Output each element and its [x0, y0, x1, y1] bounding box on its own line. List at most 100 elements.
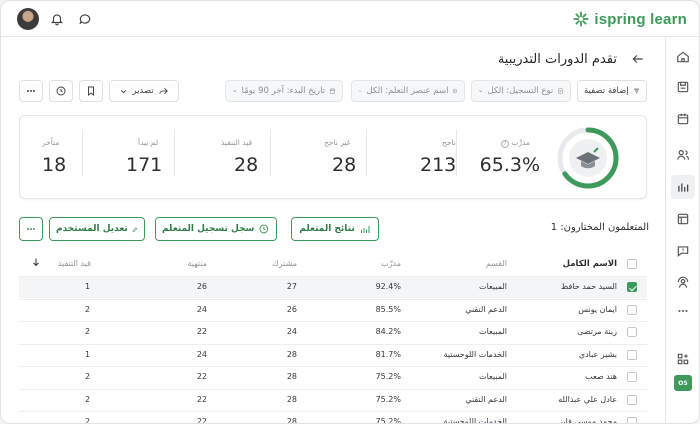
table-row[interactable]: السيد حمد حافظ المبيعات 92.4% 27 26 1 — [19, 276, 647, 298]
add-filter-button[interactable]: إضافة تصفية — [577, 80, 647, 102]
back-arrow-icon[interactable] — [631, 52, 647, 68]
row-checkbox[interactable] — [627, 417, 637, 423]
chat-icon[interactable] — [75, 9, 95, 29]
select-all-checkbox[interactable] — [627, 259, 637, 269]
cell-enrolled: 28 — [286, 417, 297, 424]
cell-enrolled: 28 — [286, 349, 297, 359]
learning-item-filter[interactable]: اسم عنصر التعلم: الكل — [351, 80, 465, 102]
cell-completed: 26 — [196, 282, 207, 291]
add-filter-label: إضافة تصفية — [584, 86, 629, 96]
row-checkbox[interactable] — [627, 349, 637, 360]
cell-name: محمد موسى فايز — [558, 417, 617, 424]
not-started-label: لم يبدأ — [138, 138, 159, 147]
cell-enrolled: 28 — [286, 394, 297, 404]
filter-icon — [633, 88, 639, 94]
window-icon[interactable] — [671, 207, 695, 231]
cell-in-progress: 1 — [85, 282, 91, 291]
list-icon — [453, 88, 458, 94]
export-button[interactable]: تصدير — [109, 80, 179, 102]
cell-in-progress: 2 — [85, 327, 91, 336]
more-actions-button[interactable] — [19, 217, 43, 241]
cell-name: هند صعب — [585, 372, 617, 381]
avatar[interactable] — [17, 8, 39, 30]
col-in-progress[interactable]: قيد التنفيذ — [58, 259, 91, 268]
edit-user-label: تعديل المستخدم — [56, 224, 128, 234]
cell-department: المبيعات — [479, 282, 507, 291]
col-department[interactable]: القسم — [486, 259, 507, 268]
row-checkbox[interactable] — [627, 372, 637, 382]
table-row[interactable]: زينة مرتضى المبيعات 84.2% 24 22 2 — [19, 321, 647, 343]
support-icon[interactable] — [671, 271, 695, 295]
info-icon[interactable]: ? — [500, 140, 509, 148]
cell-completed: 24 — [196, 349, 207, 359]
edit-user-button[interactable]: تعديل المستخدم — [49, 217, 145, 241]
cell-completed: 22 — [196, 417, 207, 424]
calendar-icon — [329, 88, 336, 94]
enrollment-log-button[interactable]: سجل تسجيل المتعلم — [155, 217, 277, 241]
cell-trained: 75.2% — [375, 417, 401, 424]
reports-icon[interactable] — [671, 175, 695, 199]
message-icon[interactable] — [671, 239, 695, 263]
bell-icon[interactable] — [47, 9, 67, 29]
in-progress-label: قيد التنفيذ — [221, 138, 253, 147]
save-icon[interactable] — [671, 75, 695, 99]
trained-donut — [557, 127, 619, 189]
apps-icon[interactable] — [671, 347, 695, 371]
table-row[interactable]: عادل علي عبدالله الدعم التقني 75.2% 28 22 2 — [19, 388, 647, 411]
start-date-filter[interactable]: تاريخ البدء: آخر 90 يومًا — [225, 80, 343, 102]
bookmark-icon — [88, 86, 94, 97]
os-badge[interactable]: OS — [674, 375, 692, 391]
row-checkbox[interactable] — [627, 282, 637, 292]
row-checkbox[interactable] — [627, 304, 637, 315]
overdue-label: متأخر — [42, 138, 60, 147]
cell-enrolled: 28 — [286, 372, 297, 381]
table-row[interactable]: محمد موسى فايز الخدمات اللوجستية 75.2% 28 22… — [19, 411, 647, 424]
chevron-down-icon — [121, 89, 127, 93]
trained-value: 65.3% — [479, 154, 540, 176]
overdue-value: 18 — [42, 154, 67, 176]
cell-completed: 22 — [196, 394, 207, 404]
table-row[interactable]: ايمان يونس الدعم التقني 85.5% 26 24 2 — [19, 298, 647, 321]
enrollment-type-filter[interactable]: نوع التسجيل: الكل — [471, 80, 571, 102]
cell-trained: 75.2% — [375, 372, 401, 381]
selected-learners-count: المتعلمون المختارون: 1 — [550, 222, 649, 233]
cell-department: المبيعات — [479, 327, 507, 336]
table-row[interactable]: هند صعب المبيعات 75.2% 28 22 2 — [19, 366, 647, 388]
cell-enrolled: 27 — [286, 282, 297, 291]
calendar-icon[interactable] — [671, 107, 695, 131]
col-name[interactable]: الاسم الكامل — [563, 259, 617, 269]
cell-in-progress: 2 — [85, 417, 91, 424]
logo-text: ispring learn — [594, 10, 687, 28]
app-window: ispring learn OS تقدم الدورات التدريبية … — [0, 0, 700, 424]
sort-down-icon[interactable] — [31, 257, 41, 269]
row-checkbox[interactable] — [627, 394, 637, 405]
summary-panel: مدرَّب ? 65.3% ناجح 213 غير ناجح 28 قيد … — [19, 115, 647, 199]
more-icon[interactable] — [671, 299, 695, 323]
history-button[interactable] — [49, 80, 73, 102]
cell-in-progress: 2 — [85, 304, 91, 314]
more-options-button[interactable] — [19, 80, 43, 102]
col-completed[interactable]: منتهية — [187, 259, 207, 268]
in-progress-value: 28 — [234, 154, 259, 176]
brand-logo[interactable]: ispring learn — [573, 10, 687, 28]
col-trained[interactable]: مدرَّب — [381, 259, 401, 268]
users-icon[interactable] — [671, 143, 695, 167]
col-enrolled[interactable]: مشترك — [272, 259, 297, 268]
learner-results-button[interactable]: نتائج المتعلم — [291, 217, 379, 241]
enrollment-log-label: سجل تسجيل المتعلم — [162, 224, 255, 234]
enrollment-type-label: نوع التسجيل: الكل — [487, 86, 554, 96]
list-icon — [558, 88, 563, 94]
home-icon[interactable] — [671, 45, 695, 69]
cell-in-progress: 1 — [85, 349, 91, 359]
table-row[interactable]: بشير عبادي الخدمات اللوجستية 81.7% 28 24 1 — [19, 343, 647, 366]
row-checkbox[interactable] — [627, 327, 637, 337]
top-bar: ispring learn — [1, 1, 699, 37]
bookmark-button[interactable] — [79, 80, 103, 102]
clock-icon — [56, 86, 66, 96]
clock-icon — [259, 224, 269, 234]
dots-icon — [27, 228, 35, 230]
table-header: الاسم الكامل القسم مدرَّب مشترك منتهية ق… — [19, 254, 647, 276]
cell-completed: 22 — [196, 372, 207, 381]
cell-trained: 75.2% — [375, 394, 401, 404]
chevron-down-icon — [358, 90, 362, 92]
